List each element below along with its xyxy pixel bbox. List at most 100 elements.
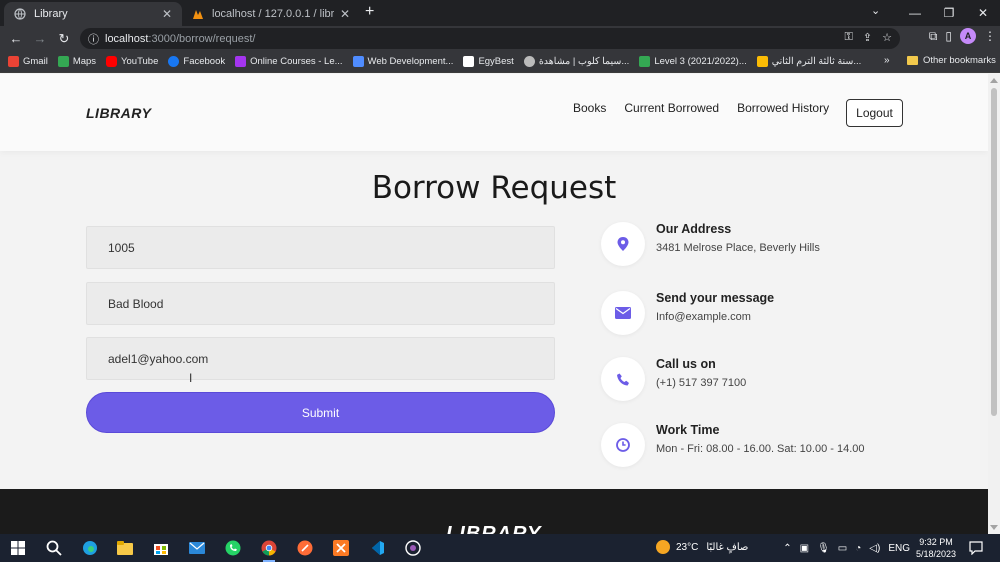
input-language[interactable]: ENG	[888, 543, 910, 554]
bookmark-gmail[interactable]: Gmail	[8, 56, 48, 67]
nav-books[interactable]: Books	[573, 101, 606, 115]
mic-icon[interactable]: 🎙︎	[817, 543, 830, 554]
network-icon[interactable]: ◔	[855, 543, 861, 554]
tab-search-icon[interactable]: ⌄	[871, 4, 880, 17]
scrollbar-thumb[interactable]	[991, 88, 997, 416]
tab-title: localhost / 127.0.0.1 / library-db	[212, 8, 334, 20]
maps-icon	[57, 56, 69, 67]
logout-button[interactable]: Logout	[846, 99, 903, 127]
close-tab-icon[interactable]: ✕	[162, 7, 172, 21]
edge-icon[interactable]	[80, 538, 100, 558]
nav-borrowed-history[interactable]: Borrowed History	[737, 101, 829, 115]
gmail-icon	[8, 56, 19, 67]
egybest-icon	[463, 56, 475, 67]
bookmark-cimaclub[interactable]: سيما كلوب | مشاهدة...	[523, 56, 629, 67]
bookmark-label: Facebook	[183, 56, 226, 67]
contact-message: Send your message Info@example.com	[601, 291, 774, 335]
microsoft-store-icon[interactable]	[151, 538, 171, 558]
profile-avatar[interactable]: A	[960, 28, 976, 44]
minimize-button[interactable]: —	[898, 0, 932, 26]
clock-date: 5/18/2023	[916, 549, 957, 559]
clock-time: 9:32 PM	[919, 537, 953, 547]
facebook-icon	[168, 56, 180, 67]
site-brand[interactable]: LIBRARY	[86, 105, 151, 121]
bookmark-label: EgyBest	[478, 56, 514, 67]
key-icon[interactable]: ⚿	[845, 31, 853, 44]
bookmark-label: Maps	[72, 56, 97, 67]
volume-icon[interactable]: ◁)	[869, 543, 880, 554]
close-window-button[interactable]: ✕	[966, 0, 1000, 26]
bookmark-term2[interactable]: سنة ثالثة الترم الثاني...	[756, 56, 861, 67]
bookmark-star-icon[interactable]: ☆	[882, 31, 892, 44]
bookmark-level3[interactable]: Level 3 (2021/2022)...	[639, 56, 747, 67]
extensions-icon[interactable]: ⧉	[929, 29, 938, 44]
windows-taskbar: 23°C صافٍ غالبًا ⌃ ▣ 🎙︎ ▭ ◔ ◁) ENG 9:32 …	[0, 534, 1000, 562]
bookmark-udemy[interactable]: Online Courses - Le...	[235, 56, 343, 67]
bookmark-youtube[interactable]: YouTube	[106, 56, 158, 67]
submit-button[interactable]: Submit	[86, 392, 555, 433]
book-title-field[interactable]: Bad Blood	[86, 282, 555, 325]
phone-icon	[601, 357, 645, 401]
browser-toolbar: ← → ↻ ⓘ localhost:3000/borrow/request/ ⚿…	[0, 26, 1000, 51]
windows-start-icon[interactable]	[8, 538, 28, 558]
bookmark-facebook[interactable]: Facebook	[168, 56, 225, 67]
address-bar[interactable]: ⓘ localhost:3000/borrow/request/ ⚿ ⇪ ☆	[80, 28, 900, 49]
page-title: Borrow Request	[371, 170, 617, 206]
contact-title: Send your message	[656, 291, 775, 305]
whatsapp-icon[interactable]	[223, 538, 243, 558]
mail-icon[interactable]	[187, 538, 207, 558]
postman-icon[interactable]	[295, 538, 315, 558]
weather-temp: 23°C	[676, 541, 699, 553]
side-panel-icon[interactable]: ▯	[945, 29, 952, 43]
tab-phpmyadmin[interactable]: localhost / 127.0.0.1 / library-db ✕	[182, 2, 360, 26]
bookmark-maps[interactable]: Maps	[57, 56, 97, 67]
contact-detail: Info@example.com	[656, 311, 751, 323]
bookmark-label: Online Courses - Le...	[250, 56, 343, 67]
contact-phone: Call us on (+1) 517 397 7100	[601, 357, 746, 401]
drive-icon	[756, 56, 768, 67]
notification-icon[interactable]	[966, 538, 986, 558]
bookmark-egybest[interactable]: EgyBest	[463, 56, 514, 67]
contact-work-time: Work Time Mon - Fri: 08.00 - 16.00. Sat:…	[601, 423, 865, 467]
chrome-icon[interactable]	[259, 538, 279, 562]
page-scrollbar[interactable]	[988, 74, 1000, 534]
file-explorer-icon[interactable]	[115, 538, 135, 558]
scroll-up-arrow-icon[interactable]	[990, 78, 998, 83]
github-desktop-icon[interactable]	[403, 538, 423, 558]
search-icon[interactable]	[44, 538, 64, 558]
xampp-icon[interactable]	[331, 538, 351, 558]
share-icon[interactable]: ⇪	[863, 31, 872, 44]
tab-library[interactable]: Library ✕	[4, 2, 182, 26]
bookmark-label: YouTube	[121, 56, 159, 67]
reload-button[interactable]: ↻	[52, 28, 76, 50]
scroll-down-arrow-icon[interactable]	[990, 525, 998, 530]
forward-button[interactable]: →	[28, 28, 52, 50]
tray-app-icon[interactable]: ▣	[800, 543, 809, 554]
more-bookmarks-icon[interactable]: »	[884, 55, 890, 66]
site-footer: LIBRARY	[0, 489, 988, 534]
nav-links: Books Current Borrowed Borrowed History	[573, 101, 829, 115]
folder-icon	[907, 56, 918, 65]
bookmark-webdev[interactable]: Web Development...	[352, 56, 453, 67]
udemy-icon	[235, 56, 247, 67]
other-bookmarks[interactable]: Other bookmarks	[907, 55, 996, 66]
maximize-button[interactable]: ❐	[932, 0, 966, 26]
back-button[interactable]: ←	[4, 28, 28, 50]
bookmark-label: Gmail	[23, 56, 48, 67]
vscode-icon[interactable]	[367, 538, 387, 558]
taskbar-clock[interactable]: 9:32 PM 5/18/2023	[916, 536, 956, 560]
site-info-icon[interactable]: ⓘ	[88, 31, 99, 47]
browser-tab-strip: Library ✕ localhost / 127.0.0.1 / librar…	[0, 0, 1000, 26]
nav-current-borrowed[interactable]: Current Borrowed	[624, 101, 719, 115]
tray-chevron-icon[interactable]: ⌃	[783, 543, 791, 554]
new-tab-button[interactable]: +	[365, 3, 374, 21]
close-tab-icon[interactable]: ✕	[340, 7, 350, 21]
weather-widget[interactable]: 23°C صافٍ غالبًا	[656, 540, 748, 554]
page-viewport: LIBRARY Books Current Borrowed Borrowed …	[0, 74, 988, 534]
email-field[interactable]: adel1@yahoo.com	[86, 337, 555, 380]
contact-title: Work Time	[656, 423, 720, 437]
contact-detail: (+1) 517 397 7100	[656, 377, 747, 389]
battery-icon[interactable]: ▭	[838, 543, 847, 554]
menu-kebab-icon[interactable]: ⋮	[984, 29, 996, 43]
book-id-field[interactable]: 1005	[86, 226, 555, 269]
